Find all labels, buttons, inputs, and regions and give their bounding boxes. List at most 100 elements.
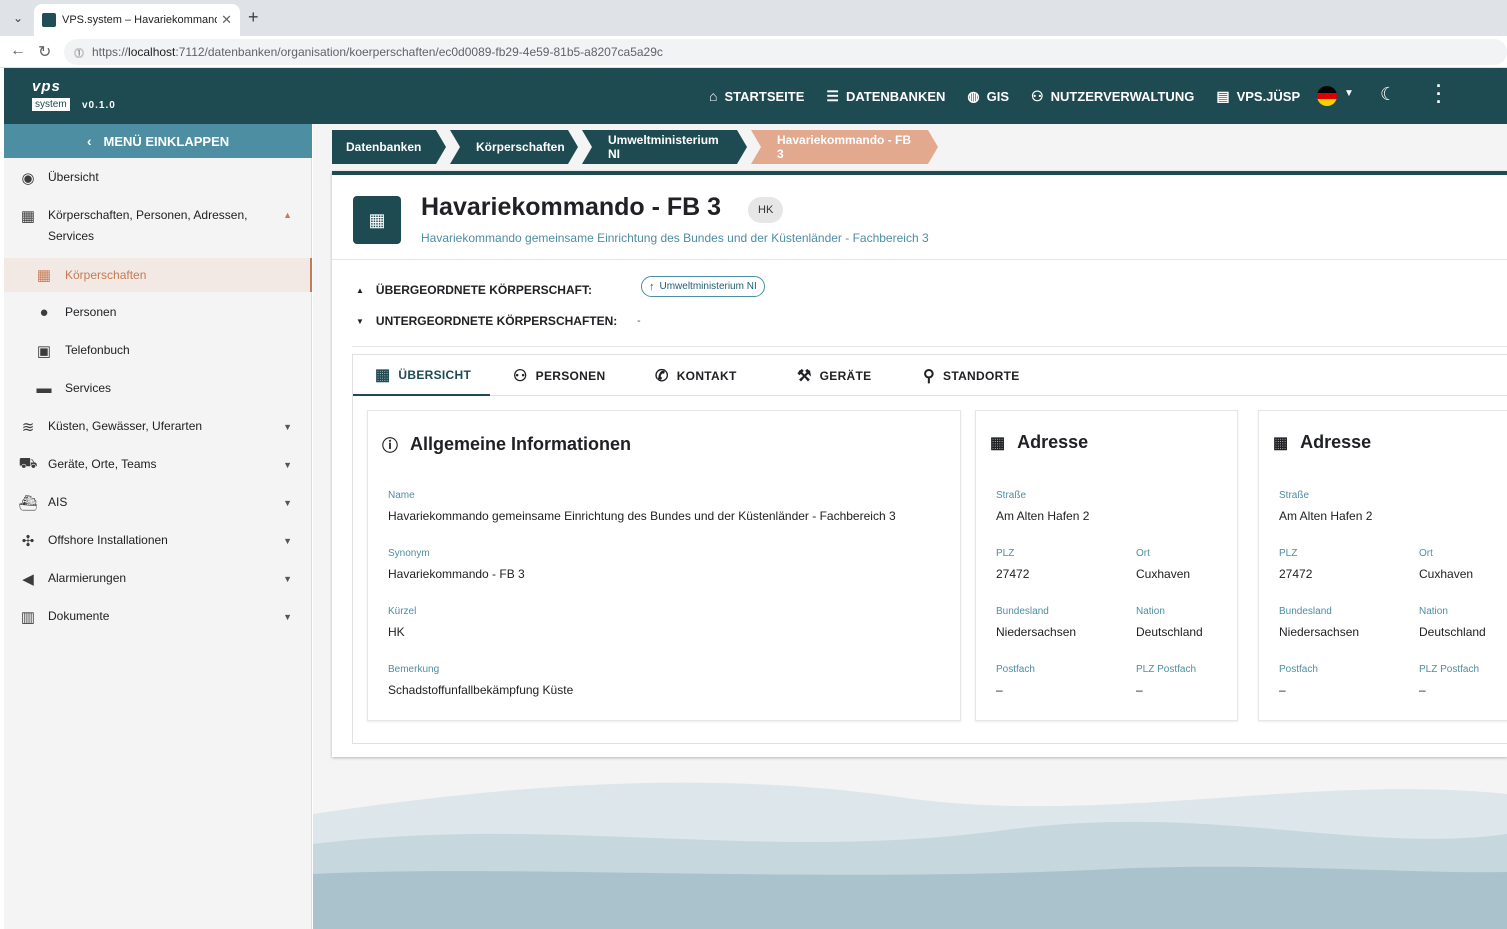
tab-uebersicht[interactable]: ▦ ÜBERSICHT — [353, 355, 490, 396]
close-tab-icon[interactable]: ✕ — [221, 12, 232, 28]
vps-logo[interactable]: vps system — [32, 79, 74, 112]
nav-gis[interactable]: ◍ GIS — [967, 88, 1009, 105]
field-label: Kürzel — [388, 606, 417, 617]
breadcrumb-koerperschaften[interactable]: Körperschaften — [450, 130, 578, 164]
person-icon: ● — [39, 304, 49, 321]
sidebar-item-geraete[interactable]: ⛟ Geräte, Orte, Teams ▼ — [4, 454, 312, 475]
caret-down-icon: ▼ — [356, 316, 364, 326]
sidebar-item-dokumente[interactable]: ▥ Dokumente ▼ — [4, 606, 312, 627]
collapse-menu-button[interactable]: ‹ MENÜ EINKLAPPEN — [4, 124, 312, 158]
sidebar-item-telefonbuch[interactable]: ▣ Telefonbuch — [4, 340, 312, 361]
german-flag-icon[interactable] — [1317, 86, 1337, 106]
caret-down-icon: ▼ — [283, 535, 292, 546]
parent-link-chip[interactable]: ↑ Umweltministerium NI — [641, 276, 765, 297]
field-value: – — [1279, 683, 1286, 697]
page-subtitle: Havariekommando gemeinsame Einrichtung d… — [421, 231, 929, 245]
building-icon: ▦ — [20, 208, 36, 225]
new-tab-plus-icon[interactable]: + — [248, 7, 259, 28]
field-value: Deutschland — [1136, 625, 1203, 639]
building-icon: ▦ — [36, 267, 52, 284]
url-input[interactable]: ⓵ https://localhost:7112/datenbanken/org… — [64, 39, 1507, 65]
tab-label: KONTAKT — [676, 368, 737, 383]
field-value: – — [996, 683, 1003, 697]
tab-label: ÜBERSICHT — [398, 367, 472, 382]
caret-up-icon: ▲ — [356, 285, 364, 295]
field-label: Bemerkung — [388, 664, 440, 675]
address-card: ▦ Adresse Straße Am Alten Hafen 2 PLZ 274… — [975, 410, 1238, 721]
entity-card: ▦ Havariekommando - FB 3 HK Havariekomma… — [332, 171, 1507, 757]
library-icon: ▥ — [20, 608, 36, 626]
sidebar-item-label: Küsten, Gewässer, Uferarten — [48, 419, 203, 433]
sidebar-item-label: Dokumente — [48, 609, 110, 623]
children-label: UNTERGEORDNETE KÖRPERSCHAFTEN: — [375, 314, 618, 328]
globe-icon: ◍ — [967, 87, 980, 104]
nav-startseite[interactable]: ⌂ STARTSEITE — [709, 88, 804, 104]
field-value: Am Alten Hafen 2 — [1279, 509, 1373, 523]
tab-label: PERSONEN — [535, 368, 606, 383]
sidebar-item-uebersicht[interactable]: ◉ Übersicht — [4, 167, 312, 188]
page-title: Havariekommando - FB 3 — [421, 193, 722, 221]
field-label: Bundesland — [996, 606, 1049, 617]
tab-standorte[interactable]: ⚲ STANDORTE — [923, 355, 1020, 396]
sidebar-item-services[interactable]: ▬ Services — [4, 378, 312, 399]
field-value: HK — [388, 625, 405, 639]
tab-geraete[interactable]: ⚒ GERÄTE — [797, 355, 871, 396]
url-host: localhost — [128, 45, 176, 59]
address-title: Adresse — [1300, 432, 1372, 452]
building-icon: ▦ — [353, 196, 401, 244]
sidebar-item-label: AIS — [48, 495, 68, 509]
breadcrumb-umweltministerium[interactable]: Umweltministerium NI — [582, 130, 747, 164]
sidebar: ‹ MENÜ EINKLAPPEN ◉ Übersicht ▦ Körpersc… — [4, 124, 312, 929]
parent-toggle[interactable]: ▲ ÜBERGEORDNETE KÖRPERSCHAFT: — [356, 283, 592, 297]
caret-down-icon: ▼ — [283, 459, 292, 470]
people-icon: ⚇ — [1031, 87, 1044, 104]
browser-tab[interactable]: VPS.system – Havariekommando g ✕ — [34, 4, 240, 36]
tab-kontakt[interactable]: ✆ KONTAKT — [655, 355, 737, 396]
parent-chip-label: Umweltministerium NI — [659, 281, 757, 292]
nav-nutzerverwaltung[interactable]: ⚇ NUTZERVERWALTUNG — [1031, 88, 1194, 105]
field-value: Cuxhaven — [1419, 567, 1474, 581]
sidebar-item-label: Geräte, Orte, Teams — [48, 457, 157, 471]
breadcrumb-datenbanken[interactable]: Datenbanken — [332, 130, 446, 164]
list-icon: ☰ — [826, 87, 839, 104]
phone-icon: ✆ — [655, 367, 669, 385]
caret-down-icon: ▼ — [283, 573, 292, 584]
field-value: Niedersachsen — [1279, 625, 1360, 639]
url-prefix: https:// — [92, 45, 129, 59]
sidebar-item-kuesten[interactable]: ≋ Küsten, Gewässer, Uferarten ▼ — [4, 416, 312, 437]
more-options-icon[interactable]: · · · — [1436, 77, 1442, 111]
field-label: Ort — [1136, 548, 1150, 559]
back-arrow-icon[interactable]: ← — [10, 42, 26, 60]
language-caret-icon[interactable]: ▼ — [1344, 88, 1354, 99]
divider — [332, 259, 1507, 260]
reload-icon[interactable]: ↻ — [38, 42, 51, 62]
address-bar: ← ↻ ⓵ https://localhost:7112/datenbanken… — [0, 36, 1507, 68]
site-info-icon[interactable]: ⓵ — [74, 45, 84, 60]
field-label: PLZ Postfach — [1419, 664, 1480, 675]
nav-vps-juesp[interactable]: ▤ VPS.JÜSP — [1216, 88, 1300, 105]
sidebar-item-offshore[interactable]: ✣ Offshore Installationen ▼ — [4, 530, 312, 551]
tab-list-chevron-icon[interactable]: ⌄ — [8, 8, 28, 28]
sidebar-item-koerperschaften-group[interactable]: ▦ Körperschaften, Personen, Adressen, Se… — [4, 205, 312, 247]
field-value: Schadstoffunfallbekämpfung Küste — [388, 683, 574, 697]
sidebar-item-koerperschaften[interactable]: ▦ Körperschaften — [4, 258, 312, 292]
field-label: PLZ — [996, 548, 1015, 559]
sidebar-item-ais[interactable]: ⛴ AIS ▼ — [4, 492, 312, 513]
dark-mode-moon-icon[interactable]: ☾ — [1380, 84, 1396, 105]
chevron-left-icon: ‹ — [86, 133, 92, 149]
sidebar-item-alarmierungen[interactable]: ◀ Alarmierungen ▼ — [4, 568, 312, 589]
document-icon: ▤ — [1216, 87, 1230, 104]
nav-label: NUTZERVERWALTUNG — [1050, 88, 1195, 104]
sidebar-item-label: Körperschaften — [65, 267, 147, 282]
nav-datenbanken[interactable]: ☰ DATENBANKEN — [826, 88, 945, 105]
caret-down-icon: ▼ — [283, 611, 292, 622]
field-label: Nation — [1419, 606, 1448, 617]
sidebar-item-label: Offshore Installationen — [48, 533, 168, 547]
tab-personen[interactable]: ⚇ PERSONEN — [513, 355, 605, 396]
field-label: Name — [388, 490, 415, 501]
field-value: – — [1419, 683, 1426, 697]
children-toggle[interactable]: ▼ UNTERGEORDNETE KÖRPERSCHAFTEN: — [356, 314, 617, 328]
field-label: PLZ Postfach — [1136, 664, 1197, 675]
sidebar-item-personen[interactable]: ● Personen — [4, 302, 312, 323]
browser-tab-strip: ⌄ VPS.system – Havariekommando g ✕ + — [0, 0, 1507, 36]
